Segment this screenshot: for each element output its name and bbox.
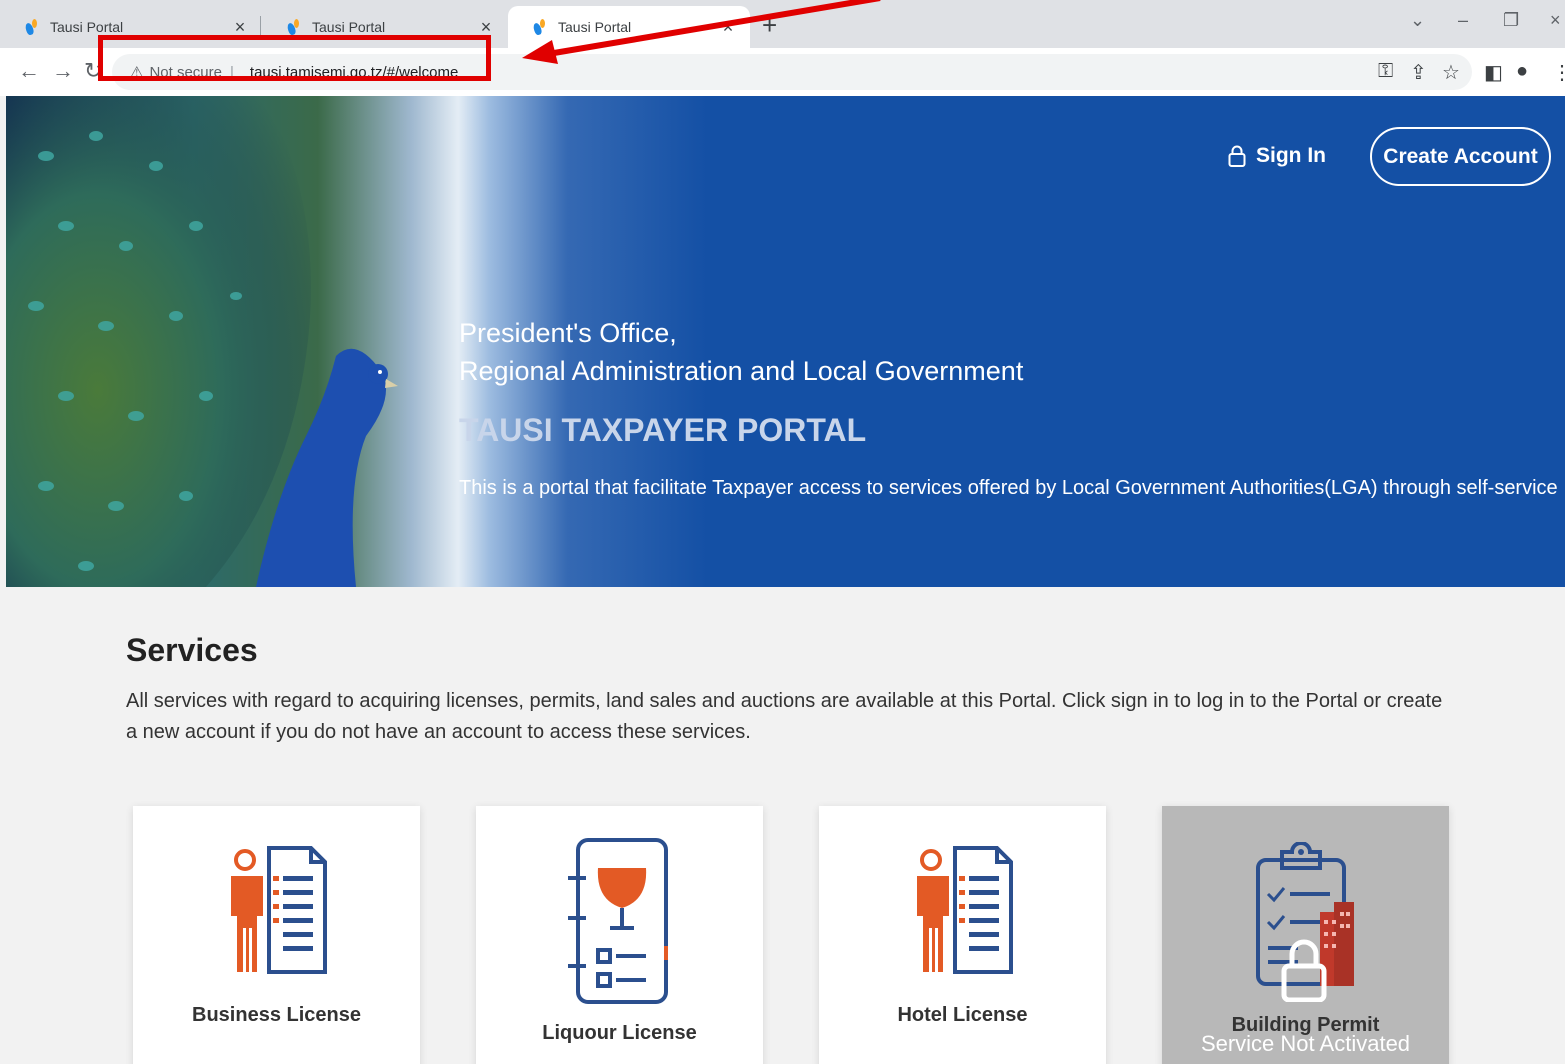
tab-title: Tausi Portal xyxy=(50,19,124,35)
peacock-image xyxy=(6,96,398,587)
liquor-license-icon xyxy=(568,838,668,1004)
browser-tab-3-active[interactable]: Tausi Portal × xyxy=(508,6,750,48)
side-panel-icon[interactable]: ◧ xyxy=(1484,60,1503,85)
tab-title: Tausi Portal xyxy=(312,19,386,35)
minimize-icon[interactable]: – xyxy=(1458,10,1468,31)
tab-search-chevron-icon[interactable]: ⌄ xyxy=(1410,10,1425,31)
sign-in-label: Sign In xyxy=(1256,144,1326,167)
service-card-label: Liquour License xyxy=(542,1022,697,1044)
back-arrow-icon[interactable]: ← xyxy=(18,58,40,84)
business-license-icon xyxy=(231,846,327,974)
peacock-favicon-icon xyxy=(286,18,302,36)
tab-title: Tausi Portal xyxy=(558,19,632,35)
create-account-button[interactable]: Create Account xyxy=(1370,127,1551,186)
hero-banner: Sign In Create Account President's Offic… xyxy=(6,96,1565,587)
organization-line-1: President's Office, xyxy=(459,318,677,348)
kebab-menu-icon[interactable]: ⋮ xyxy=(1552,60,1565,85)
profile-avatar-icon[interactable]: ● xyxy=(1516,60,1528,83)
organization-name: President's Office, Regional Administrat… xyxy=(459,314,1023,390)
bookmark-star-icon[interactable]: ☆ xyxy=(1442,60,1460,85)
services-description: All services with regard to acquiring li… xyxy=(126,690,1443,743)
service-card-label: Business License xyxy=(192,1004,361,1026)
sign-in-link[interactable]: Sign In xyxy=(1228,144,1326,168)
building-permit-icon xyxy=(1256,842,1354,1002)
annotation-highlight-box xyxy=(98,35,491,81)
new-tab-plus-icon[interactable]: + xyxy=(762,10,777,41)
key-icon[interactable]: ⚿ xyxy=(1378,60,1393,83)
service-card-liquour-license[interactable]: Liquour License xyxy=(476,806,763,1064)
window-close-icon[interactable]: × xyxy=(1550,10,1561,31)
hotel-license-icon xyxy=(917,846,1013,974)
services-heading: Services xyxy=(126,632,258,668)
service-card-label: Hotel License xyxy=(897,1004,1028,1026)
peacock-favicon-icon xyxy=(532,18,548,36)
restore-icon[interactable]: ❐ xyxy=(1503,10,1519,31)
share-icon[interactable]: ⇪ xyxy=(1410,60,1427,85)
service-card-building-permit[interactable]: Building Permit Service Not Activated xyxy=(1162,806,1449,1064)
service-card-hotel-license[interactable]: Hotel License xyxy=(819,806,1106,1064)
lock-icon xyxy=(1228,145,1246,167)
organization-line-2: Regional Administration and Local Govern… xyxy=(459,356,1024,386)
forward-arrow-icon[interactable]: → xyxy=(52,58,74,84)
service-card-business-license[interactable]: Business License xyxy=(133,806,420,1064)
portal-title: TAUSI TAXPAYER PORTAL xyxy=(459,412,867,448)
portal-description: This is a portal that facilitate Taxpaye… xyxy=(459,477,1558,499)
service-status-badge: Service Not Activated xyxy=(1200,1031,1411,1056)
peacock-favicon-icon xyxy=(24,18,40,36)
close-icon[interactable]: × xyxy=(720,17,736,38)
